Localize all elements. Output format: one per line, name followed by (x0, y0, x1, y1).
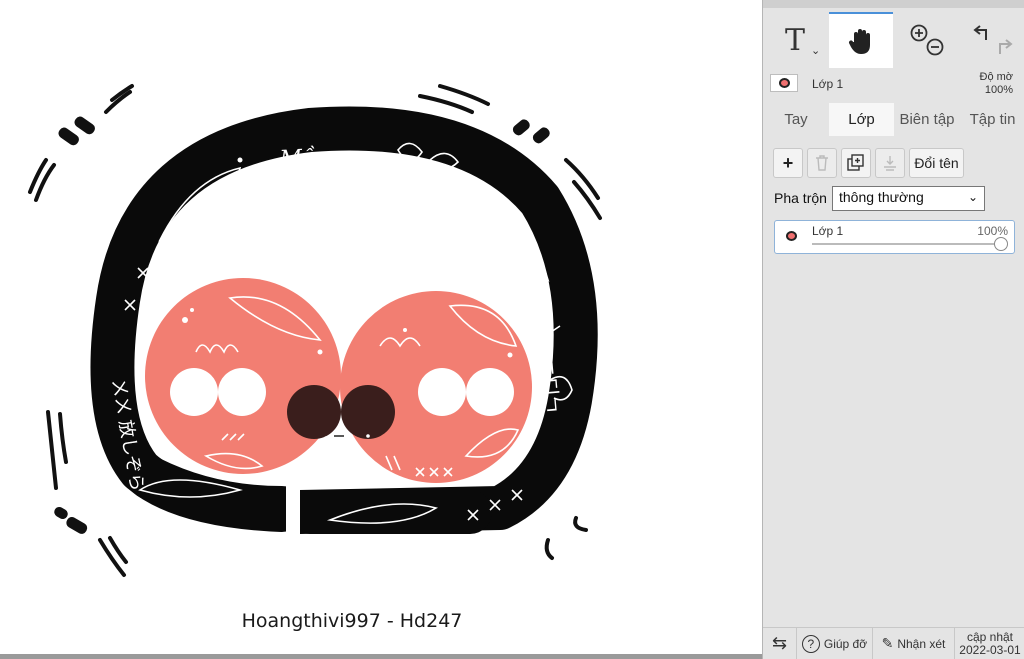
text-tool-button[interactable]: T ⌄ (763, 12, 827, 68)
bottom-bar: ⇆ ? Giúp đỡ ✎ Nhận xét cập nhật 2022-03-… (763, 627, 1024, 659)
hand-icon (848, 29, 870, 54)
undo-redo-button[interactable] (959, 12, 1023, 68)
feedback-button[interactable]: ✎ Nhận xét (873, 628, 955, 659)
tab-bien-tap[interactable]: Biên tập (894, 103, 960, 136)
horizontal-scrollbar[interactable] (0, 654, 762, 659)
merge-down-icon (884, 156, 896, 171)
update-label: cập nhật (966, 629, 1014, 644)
blend-mode-value: thông thường (839, 189, 924, 205)
undo-icon (973, 25, 1013, 54)
add-layer-button[interactable]: + (773, 148, 803, 178)
left-eye-b (218, 368, 266, 416)
chevron-down-icon: ⌄ (967, 190, 978, 204)
layer-item-opacity: 100% (977, 224, 1008, 238)
layer-item-thumbnail (782, 228, 802, 246)
layers-panel: + Đổi tên Pha trộn thông thường ⌄ Lớp 1 … (763, 136, 1024, 626)
help-label: Giúp đỡ (823, 636, 868, 651)
tab-tap-tin[interactable]: Tập tin (960, 103, 1024, 136)
feedback-icon: ✎ (881, 635, 894, 651)
layer-item-name: Lớp 1 (812, 224, 844, 238)
current-layer-row: Lớp 1 Độ mờ 100% (763, 68, 1024, 102)
handwriting-right: ㄷ디ㄱ (535, 358, 564, 415)
opacity-value: 100% (984, 84, 1013, 96)
blend-mode-label: Pha trộn (774, 190, 827, 206)
blend-mode-select[interactable]: thông thường ⌄ (832, 186, 985, 211)
nose-left (287, 385, 341, 439)
feedback-label: Nhận xét (897, 636, 946, 651)
opacity-label: Độ mờ (979, 71, 1014, 83)
zoom-tool-button[interactable] (895, 12, 959, 68)
update-date: 2022-03-01 (959, 642, 1021, 657)
handwriting-top: Mầm (278, 143, 337, 172)
nose-right (341, 385, 395, 439)
layer-thumbnail (770, 74, 798, 92)
current-layer-name: Lớp 1 (812, 77, 844, 91)
watermark: Hoangthivi997 - Hd247 (242, 610, 463, 632)
hand-tool-button[interactable] (829, 12, 893, 68)
swap-panel-button[interactable]: ⇆ (763, 628, 797, 659)
trash-icon (816, 155, 828, 171)
chevron-down-icon: ⌄ (811, 45, 821, 57)
tool-bar: T ⌄ (763, 0, 1024, 68)
right-eye-b (466, 368, 514, 416)
update-info[interactable]: cập nhật 2022-03-01 (955, 628, 1024, 659)
opacity-slider-knob[interactable] (994, 237, 1008, 251)
panel-tabs: Tay Lớp Biên tập Tập tin (763, 103, 1024, 136)
merge-down-button[interactable] (875, 148, 905, 178)
drawing-canvas[interactable]: Mầm ㄨㄨ 放しぞら ㄷ디ㄱ Hoangthivi997 - Hd247 (0, 0, 762, 654)
tab-tay[interactable]: Tay (763, 103, 829, 136)
right-eye-a (418, 368, 466, 416)
left-eye-a (170, 368, 218, 416)
tab-lop[interactable]: Lớp (829, 103, 894, 136)
delete-layer-button[interactable] (807, 148, 837, 178)
duplicate-layer-button[interactable] (841, 148, 871, 178)
zoom-icon (910, 24, 944, 56)
swap-icon: ⇆ (771, 633, 788, 653)
duplicate-icon (847, 154, 864, 171)
artwork: Mầm ㄨㄨ 放しぞら ㄷ디ㄱ Hoangthivi997 - Hd247 (28, 84, 602, 632)
help-button[interactable]: ? Giúp đỡ (797, 628, 873, 659)
side-panel: T ⌄ Lớp 1 Độ mờ 100% Tay Lớp Biên tập Tậ… (762, 0, 1024, 659)
opacity-slider-track[interactable] (812, 243, 1002, 245)
text-icon: T (784, 22, 805, 58)
help-icon: ? (801, 634, 820, 653)
layer-list-item[interactable]: Lớp 1 100% (774, 220, 1015, 254)
rename-layer-button[interactable]: Đổi tên (909, 148, 964, 178)
plus-icon: + (782, 152, 794, 173)
